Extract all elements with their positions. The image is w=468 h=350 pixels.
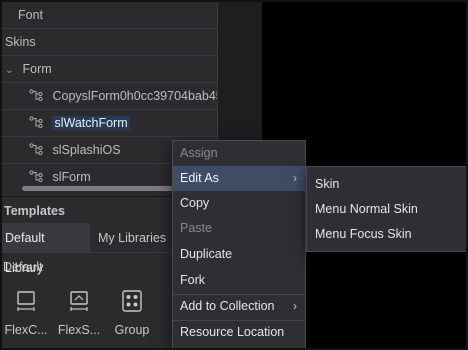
menu-item-edit-as[interactable]: Edit As › (173, 166, 305, 191)
submenu-item-label: Menu Focus Skin (315, 227, 412, 241)
tree-item-form[interactable]: ⌄ Form (5, 56, 52, 82)
template-flex-container[interactable]: FlexC... (2, 289, 50, 341)
template-flex-scroll-container[interactable]: FlexS... (55, 289, 103, 341)
submenu-item-menu-focus-skin[interactable]: Menu Focus Skin (307, 222, 467, 247)
node-tree-icon (29, 116, 43, 128)
menu-item-label: Copy (180, 196, 210, 210)
menu-item-resource-location[interactable]: Resource Location (173, 320, 305, 345)
edit-as-submenu: Skin Menu Normal Skin Menu Focus Skin (306, 166, 468, 252)
node-tree-icon (29, 89, 43, 101)
menu-item-paste[interactable]: Paste (173, 216, 305, 241)
submenu-item-skin[interactable]: Skin (307, 172, 467, 197)
chevron-right-icon: › (293, 299, 297, 313)
tree-item-form-child-selected[interactable]: slWatchForm (29, 110, 130, 136)
tree-item-form-label: Form (22, 62, 52, 76)
menu-item-add-to-collection[interactable]: Add to Collection › (173, 294, 305, 319)
menu-item-duplicate[interactable]: Duplicate (173, 242, 305, 267)
submenu-item-label: Skin (315, 177, 340, 191)
menu-item-fork[interactable]: Fork (173, 268, 305, 293)
group-icon (122, 290, 142, 312)
tab-my-libraries[interactable]: My Libraries (93, 223, 171, 253)
horizontal-scrollbar[interactable] (22, 186, 182, 191)
menu-item-label: Paste (180, 221, 212, 235)
menu-item-label: Assign (180, 146, 218, 160)
menu-item-label: Fork (180, 273, 205, 287)
chevron-right-icon: › (293, 171, 297, 185)
tree-item-label: slWatchForm (52, 116, 130, 130)
tree-item-font[interactable]: Font (18, 2, 43, 28)
node-tree-icon (29, 143, 43, 155)
menu-item-label: Resource Location (180, 325, 285, 339)
tree-item-label: slSplashiOS (52, 143, 121, 157)
tree-item-font-label: Font (18, 8, 44, 22)
tree-item-label: CopyslForm0h0cc39704bab45 (52, 89, 218, 103)
submenu-item-menu-normal-skin[interactable]: Menu Normal Skin (307, 197, 467, 222)
template-label: FlexC... (4, 323, 48, 337)
tree-item-skins-label: Skins (5, 35, 36, 49)
menu-item-copy[interactable]: Copy (173, 191, 305, 216)
node-tree-icon (29, 170, 43, 182)
template-label: Group (114, 323, 150, 337)
tab-default-library[interactable]: Default Library (0, 223, 90, 275)
menu-item-label: Edit As (180, 171, 219, 185)
context-menu: Assign Edit As › Copy Paste Duplicate Fo… (172, 140, 306, 350)
flex-container-icon (17, 291, 35, 311)
flex-scroll-container-icon (70, 291, 88, 311)
tree-item-skins[interactable]: Skins (5, 29, 36, 55)
template-label: FlexS... (57, 323, 101, 337)
tree-item-form-child[interactable]: CopyslForm0h0cc39704bab45 (29, 83, 218, 109)
submenu-item-label: Menu Normal Skin (315, 202, 418, 216)
tree-item-form-child[interactable]: slSplashiOS (29, 137, 121, 163)
menu-item-assign[interactable]: Assign (173, 141, 305, 166)
menu-item-label: Add to Collection (180, 299, 275, 313)
chevron-down-icon[interactable]: ⌄ (5, 58, 15, 84)
template-group[interactable]: Group (108, 289, 156, 341)
tree-item-label: slForm (52, 170, 91, 184)
menu-item-label: Duplicate (180, 247, 233, 261)
default-section-label: Default (3, 260, 43, 274)
templates-header: Templates (4, 204, 65, 218)
